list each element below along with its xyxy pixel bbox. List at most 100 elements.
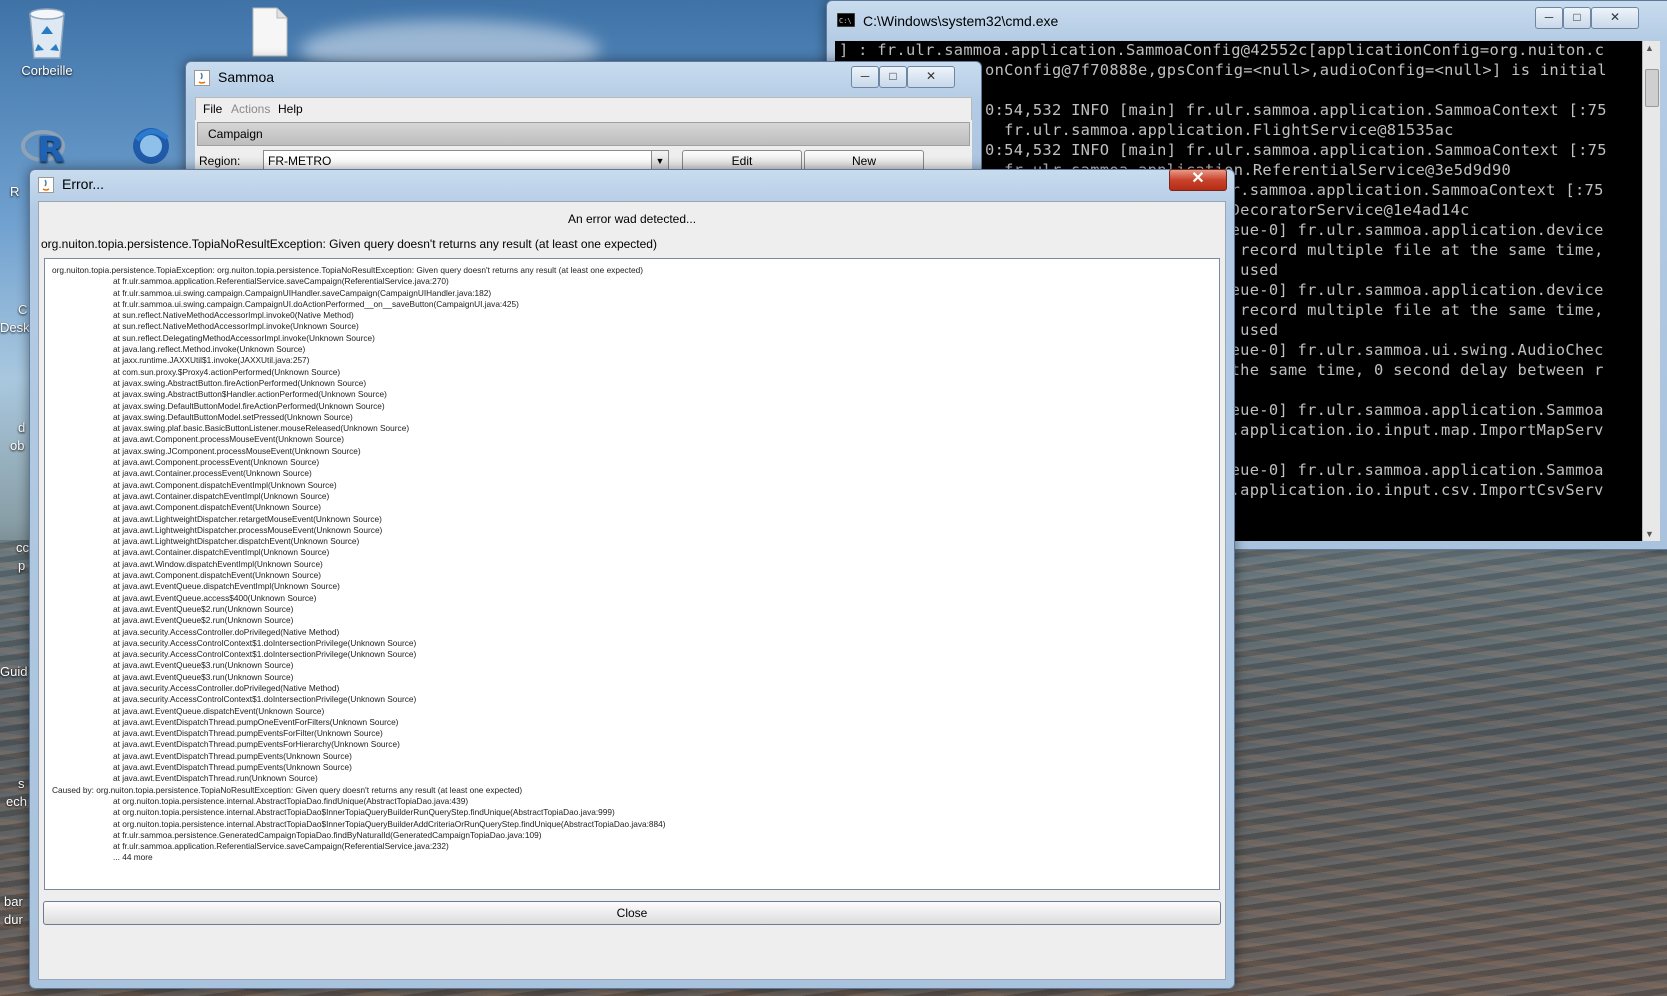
stacktrace-line: at java.awt.Component.processEvent(Unkno… — [113, 457, 320, 468]
desktop-icon-fragment: d — [18, 420, 26, 435]
stacktrace-line: at java.awt.EventQueue.dispatchEventImpl… — [113, 581, 340, 592]
stacktrace-line: at java.awt.Component.dispatchEvent(Unkn… — [113, 502, 321, 513]
desktop-icon-fragment: Guid — [0, 664, 28, 679]
sammoa-window-title: Sammoa — [218, 69, 275, 85]
stacktrace-line: at fr.ulr.sammoa.ui.swing.campaign.Campa… — [113, 298, 519, 309]
stacktrace-line: at fr.ulr.sammoa.ui.swing.campaign.Campa… — [113, 287, 492, 298]
scroll-up-icon[interactable]: ▲ — [1645, 43, 1654, 53]
console-line: the same time, 0 second delay between r — [1221, 361, 1604, 379]
cmd-titlebar[interactable]: C:\ C:\Windows\system32\cmd.exe ─ □ ✕ — [827, 1, 1667, 31]
console-line: a.application.io.input.map.ImportMapServ — [1221, 421, 1604, 439]
cmd-vertical-scrollbar[interactable]: ▲ ▼ — [1642, 41, 1660, 541]
desktop-icon-fragment: ob — [10, 438, 25, 453]
stacktrace-line: at javax.swing.DefaultButtonModel.fireAc… — [113, 400, 385, 411]
stacktrace-line: at sun.reflect.NativeMethodAccessorImpl.… — [113, 321, 359, 332]
console-line: ueue-0] fr.ulr.sammoa.application.Sammoa — [1221, 461, 1604, 479]
scroll-down-icon[interactable]: ▼ — [1645, 529, 1654, 539]
stacktrace-line: at java.awt.Container.dispatchEventImpl(… — [113, 547, 330, 558]
console-line: t record multiple file at the same time, — [1221, 301, 1604, 319]
console-line: ueue-0] fr.ulr.sammoa.application.device — [1221, 221, 1604, 239]
menu-help[interactable]: Help — [278, 102, 303, 116]
console-line: ueue-0] fr.ulr.sammoa.application.Sammoa — [1221, 401, 1604, 419]
cmd-minimize-button[interactable]: ─ — [1535, 7, 1563, 29]
close-button[interactable]: Close — [43, 901, 1221, 925]
stacktrace-line: at java.awt.EventQueue.access$400(Unknow… — [113, 592, 317, 603]
sammoa-close-button[interactable]: ✕ — [907, 66, 955, 88]
stacktrace-line: at java.awt.Component.dispatchEvent(Unkn… — [113, 570, 321, 581]
sammoa-minimize-button[interactable]: ─ — [851, 66, 879, 88]
console-line: IDecoratorService@1e4ad14c — [1221, 201, 1470, 219]
desktop-icon-fragment: dur — [4, 912, 23, 927]
svg-text:C:\: C:\ — [839, 17, 852, 25]
stacktrace-line: at java.awt.LightweightDispatcher.proces… — [113, 524, 383, 535]
r-app-shortcut[interactable]: R — [20, 122, 70, 171]
desktop-icon-fragment: p — [18, 558, 26, 573]
minimize-icon: ─ — [1544, 10, 1554, 24]
region-selected-value: FR-METRO — [268, 154, 332, 168]
stacktrace-lines: org.nuiton.topia.persistence.TopiaExcept… — [52, 265, 666, 864]
error-dialog-titlebar[interactable]: Error... ✕ — [30, 169, 1234, 200]
stacktrace-line: at javax.swing.JComponent.processMouseEv… — [113, 445, 361, 456]
recycle-bin-shortcut[interactable]: Corbeille — [14, 4, 80, 78]
stacktrace-line: at java.lang.reflect.Method.invoke(Unkno… — [113, 344, 306, 355]
console-line: a.application.io.input.csv.ImportCsvServ — [1221, 481, 1604, 499]
stacktrace-line: at org.nuiton.topia.persistence.internal… — [113, 807, 615, 818]
stacktrace-line: at java.awt.EventDispatchThread.pumpEven… — [113, 762, 352, 773]
maximize-icon: □ — [889, 69, 897, 83]
campaign-panel-header: Campaign — [197, 122, 970, 146]
desktop-icon-fragment: cc — [16, 540, 29, 555]
error-headline: An error wad detected... — [567, 212, 697, 226]
cmd-scroll-thumb[interactable] — [1645, 69, 1659, 107]
stacktrace-line: Caused by: org.nuiton.topia.persistence.… — [52, 784, 523, 795]
stacktrace-line: org.nuiton.topia.persistence.TopiaExcept… — [52, 265, 644, 275]
error-dialog[interactable]: Error... ✕ An error wad detected... org.… — [29, 169, 1235, 989]
error-dialog-content: An error wad detected... org.nuiton.topi… — [38, 201, 1226, 980]
stacktrace-line: at org.nuiton.topia.persistence.internal… — [113, 818, 666, 829]
menu-file[interactable]: File — [203, 102, 222, 116]
svg-text:R: R — [37, 130, 65, 168]
stacktrace-line: at java.awt.LightweightDispatcher.dispat… — [113, 536, 360, 547]
error-dialog-close-x-button[interactable]: ✕ — [1169, 169, 1227, 191]
stacktrace-line: at jaxx.runtime.JAXXUtil$1.invoke(JAXXUt… — [113, 355, 310, 366]
stacktrace-line: at java.security.AccessControlContext$1.… — [113, 649, 417, 660]
stacktrace-line: at javax.swing.plaf.basic.BasicButtonLis… — [113, 423, 410, 434]
desktop-icon-fragment: R — [10, 184, 20, 199]
stacktrace-line: at java.awt.EventQueue$3.run(Unknown Sou… — [113, 660, 294, 671]
stacktrace-line: at java.awt.EventDispatchThread.pumpEven… — [113, 750, 352, 761]
cmd-close-button[interactable]: ✕ — [1591, 7, 1639, 29]
java-app-icon — [38, 177, 54, 193]
stacktrace-line: at java.awt.EventQueue$2.run(Unknown Sou… — [113, 603, 294, 614]
sammoa-maximize-button[interactable]: □ — [879, 66, 907, 88]
cmd-maximize-button[interactable]: □ — [1563, 7, 1591, 29]
java-app-icon — [194, 70, 210, 86]
menu-actions[interactable]: Actions — [231, 102, 270, 116]
desktop-icon-fragment: s — [18, 776, 25, 791]
stacktrace-line: at javax.swing.AbstractButton.fireAction… — [113, 377, 367, 388]
desktop-icon-fragment: C — [18, 302, 28, 317]
stacktrace-line: at java.awt.Component.processMouseEvent(… — [113, 434, 345, 445]
stacktrace-line: at java.awt.EventDispatchThread.pumpEven… — [113, 728, 383, 739]
stacktrace-line: at java.awt.EventQueue.dispatchEvent(Unk… — [113, 705, 325, 716]
console-line: onConfig@7f70888e,gpsConfig=<null>,audio… — [985, 61, 1607, 79]
stacktrace-line: at java.awt.Container.dispatchEventImpl(… — [113, 490, 330, 501]
sammoa-titlebar[interactable]: Sammoa ─ □ ✕ — [186, 62, 981, 92]
desktop-icon-fragment: Desk — [0, 320, 30, 335]
campaign-panel-title: Campaign — [208, 127, 263, 141]
stacktrace-line: at java.awt.LightweightDispatcher.retarg… — [113, 513, 382, 524]
stacktrace-textarea[interactable]: org.nuiton.topia.persistence.TopiaExcept… — [44, 258, 1220, 890]
minimize-icon: ─ — [860, 69, 870, 83]
maximize-icon: □ — [1573, 10, 1581, 24]
recycle-bin-label: Corbeille — [21, 63, 73, 78]
document-icon — [252, 7, 288, 57]
r-logo-icon: R — [21, 130, 65, 171]
stacktrace-line: at java.awt.EventQueue$3.run(Unknown Sou… — [113, 671, 294, 682]
thunderbird-shortcut[interactable] — [128, 122, 174, 169]
stacktrace-line: at java.security.AccessControlContext$1.… — [113, 637, 417, 648]
stacktrace-line: at sun.reflect.NativeMethodAccessorImpl.… — [113, 310, 354, 321]
cmd-app-icon: C:\ — [837, 13, 855, 27]
chevron-down-icon[interactable]: ▼ — [651, 151, 668, 171]
document-shortcut[interactable] — [246, 6, 292, 61]
desktop-icon-fragment: ech — [6, 794, 27, 809]
console-line: 0:54,532 INFO [main] fr.ulr.sammoa.appli… — [985, 141, 1607, 159]
stacktrace-line: at java.awt.EventDispatchThread.pumpEven… — [113, 739, 400, 750]
